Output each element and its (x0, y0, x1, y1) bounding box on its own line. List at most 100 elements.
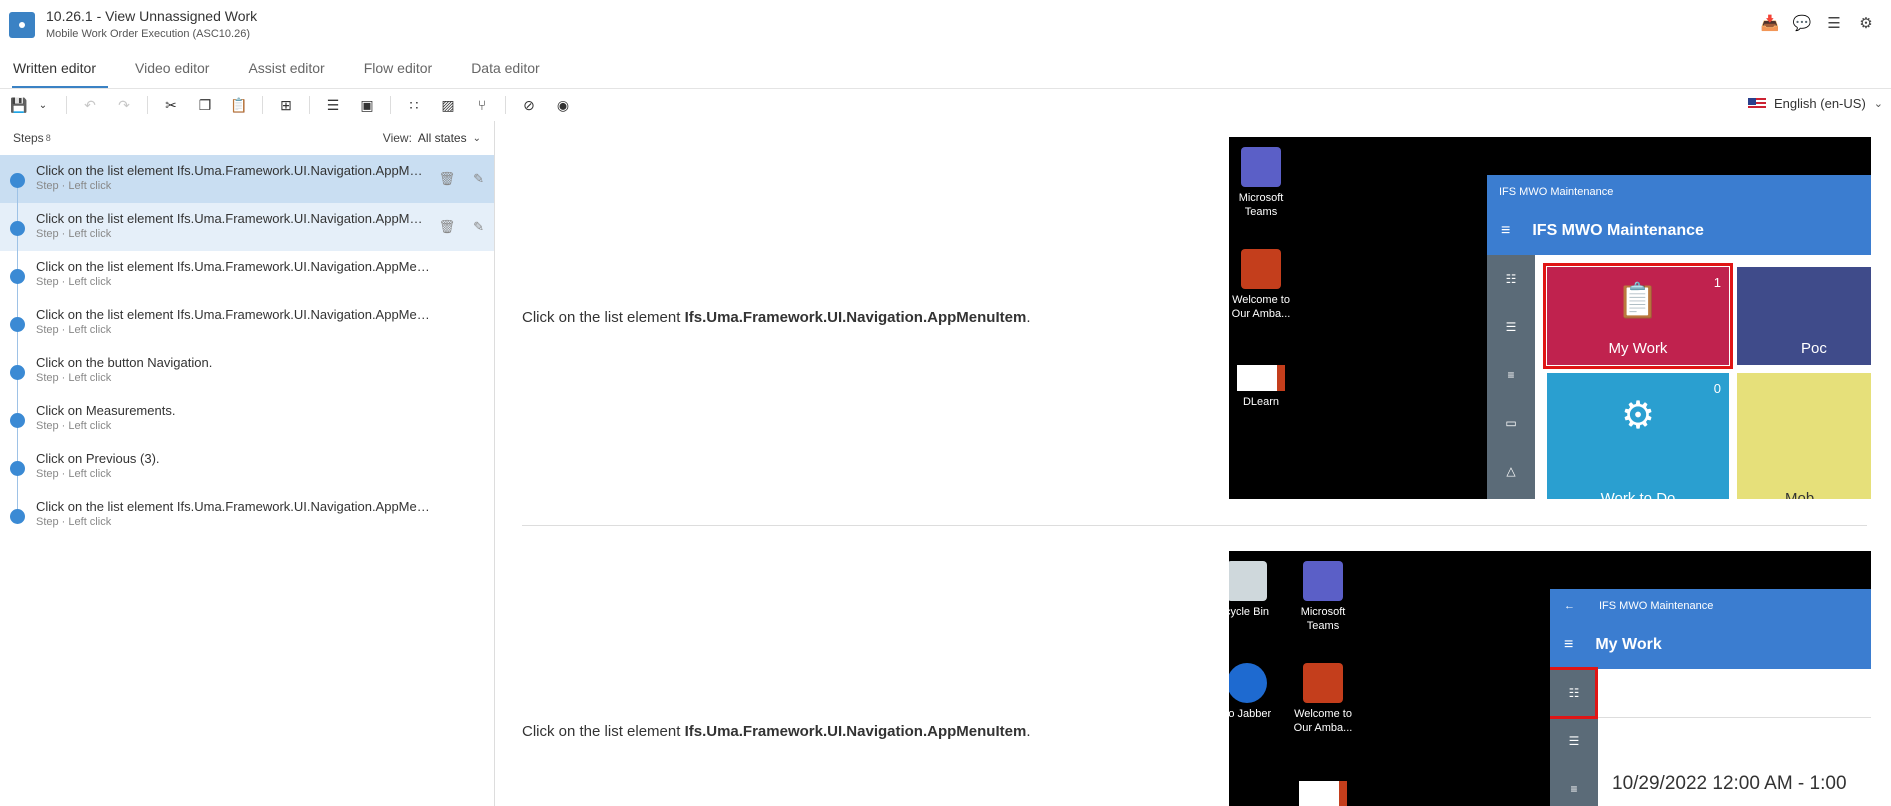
step-item[interactable]: Click on Previous (3). Step · Left click (0, 443, 494, 491)
image-icon[interactable]: ▨ (437, 94, 459, 116)
instruction-suffix: . (1026, 723, 1031, 740)
tab-written-editor[interactable]: Written editor (0, 56, 108, 88)
tile-label: Mob (1785, 490, 1815, 499)
list-layout-icon[interactable]: ☰ (322, 94, 344, 116)
step-title: Click on the button Navigation. (36, 355, 213, 370)
step-dot-icon (10, 413, 25, 428)
steps-label: Steps (13, 131, 44, 145)
desktop-icon-label: Welcome to Our Amba... (1293, 708, 1353, 734)
highlight-box (1543, 263, 1733, 369)
desktop-icon-recycle-bin: cycle Bin (1229, 561, 1279, 619)
preview-eye-icon[interactable]: ◉ (552, 94, 574, 116)
view-value: All states (417, 131, 467, 145)
tab-flow-editor[interactable]: Flow editor (351, 56, 444, 88)
chevron-down-icon: ⌄ (472, 132, 481, 144)
page-subtitle: Mobile Work Order Execution (ASC10.26) (46, 28, 250, 40)
step-item[interactable]: Click on the list element Ifs.Uma.Framew… (0, 155, 494, 203)
step-instruction[interactable]: Click on the list element Ifs.Uma.Framew… (522, 723, 1030, 740)
instruction-target: Ifs.Uma.Framework.UI.Navigation.AppMenuI… (684, 723, 1027, 740)
ppt-thumbnail-icon (1299, 781, 1347, 806)
tile-poc: Poc (1737, 267, 1871, 365)
window-title: IFS MWO Maintenance (1599, 600, 1714, 612)
app-logo (9, 12, 35, 38)
step-divider (522, 525, 1867, 526)
comment-icon[interactable]: 💬 (1793, 14, 1812, 32)
clipboard-icon: ☰ (1505, 320, 1517, 334)
desktop-icon-teams: Microsoft Teams (1229, 147, 1293, 219)
edit-pencil-icon[interactable]: ✎ (473, 219, 484, 235)
editor-tabs: Written editor Video editor Assist edito… (0, 56, 1891, 89)
view-filter[interactable]: View: All states ⌄ (383, 131, 481, 145)
inbox-download-icon[interactable]: 📥 (1761, 14, 1780, 32)
desktop-icon-label: DLearn (1242, 396, 1280, 408)
step-item[interactable]: Click on Measurements. Step · Left click (0, 395, 494, 443)
toolbar-divider (147, 96, 148, 114)
steps-count: 8 (45, 133, 51, 143)
layers-icon: ≡ (1570, 782, 1578, 796)
step-dot-icon (10, 269, 25, 284)
step-item[interactable]: Click on the button Navigation. Step · L… (0, 347, 494, 395)
step-item[interactable]: Click on the list element Ifs.Uma.Framew… (0, 299, 494, 347)
hierarchy-icon[interactable]: ∷ (403, 94, 425, 116)
step-screenshot[interactable]: Microsoft Teams Welcome to Our Amba... D… (1229, 137, 1871, 499)
toolbar: 💾 ⌄ ↶ ↷ ✂ ❐ 📋 ⊞ ☰ ▣ ∷ ▨ ⑂ ⊘ ◉ (0, 90, 1891, 120)
step-dot-icon (10, 317, 25, 332)
step-dot-icon (10, 365, 25, 380)
tile-mob: Mob (1737, 373, 1871, 499)
gear-icon[interactable]: ⚙ (1857, 14, 1875, 32)
step-title: Click on the list element Ifs.Uma.Framew… (36, 499, 431, 514)
edit-pencil-icon[interactable]: ✎ (473, 171, 484, 187)
language-selector[interactable]: English (en-US) ⌄ (1748, 96, 1883, 111)
desktop-icon-label: Microsoft Teams (1300, 606, 1346, 632)
add-step-icon[interactable]: ⊞ (275, 94, 297, 116)
tab-data-editor[interactable]: Data editor (458, 56, 551, 88)
step-item[interactable]: Click on the list element Ifs.Uma.Framew… (0, 203, 494, 251)
step-item[interactable]: Click on the list element Ifs.Uma.Framew… (0, 251, 494, 299)
tile-label: Poc (1801, 340, 1827, 357)
branch-icon[interactable]: ⑂ (471, 94, 493, 116)
tile-work-to-do: 0 ⚙ Work to Do (1547, 373, 1729, 499)
step-subtitle: Step · Left click (36, 228, 112, 240)
desktop-icon-dlearn: DLearn (1229, 365, 1293, 409)
cut-icon[interactable]: ✂ (160, 94, 182, 116)
ifs-sidebar: ☷ ☰ ≡ ▭ △ (1487, 255, 1535, 499)
frame-icon[interactable]: ▣ (356, 94, 378, 116)
ifs-app-title: IFS MWO Maintenance (1532, 222, 1704, 239)
delete-icon[interactable]: 🗑 (439, 171, 456, 187)
step-item[interactable]: Click on the list element Ifs.Uma.Framew… (0, 491, 494, 539)
written-editor-content: Click on the list element Ifs.Uma.Framew… (496, 121, 1891, 806)
desktop-icon-ppt: Welcome to Our Amba... (1291, 663, 1355, 735)
chevron-down-icon[interactable]: ⌄ (32, 94, 54, 116)
tab-assist-editor[interactable]: Assist editor (235, 56, 336, 88)
desktop-icon-teams: Microsoft Teams (1291, 561, 1355, 633)
copy-icon[interactable]: ❐ (194, 94, 216, 116)
highlight-box (1550, 667, 1598, 719)
step-subtitle: Step · Left click (36, 180, 112, 192)
hamburger-menu-icon: ≡ (1501, 222, 1511, 239)
ifs-window: IFS MWO Maintenance ≡ IFS MWO Maintenanc… (1487, 175, 1871, 499)
ifs-window: ← IFS MWO Maintenance ≡ My Work ☷ ☰ ≡ 10/… (1550, 589, 1871, 806)
step-subtitle: Step · Left click (36, 468, 112, 480)
list-icon[interactable]: ☰ (1825, 14, 1843, 32)
hide-icon[interactable]: ⊘ (518, 94, 540, 116)
toolbar-divider (309, 96, 310, 114)
paste-icon[interactable]: 📋 (228, 94, 250, 116)
step-subtitle: Step · Left click (36, 420, 112, 432)
save-icon[interactable]: 💾 (8, 94, 30, 116)
step-instruction[interactable]: Click on the list element Ifs.Uma.Framew… (522, 309, 1030, 326)
tab-video-editor[interactable]: Video editor (122, 56, 221, 88)
instruction-target: Ifs.Uma.Framework.UI.Navigation.AppMenuI… (684, 309, 1027, 326)
step-title: Click on the list element Ifs.Uma.Framew… (36, 307, 431, 322)
gear-icon: ⚙ (1620, 395, 1656, 437)
page-title: 10.26.1 - View Unnassigned Work (46, 8, 258, 24)
step-subtitle: Step · Left click (36, 372, 112, 384)
powerpoint-icon (1241, 249, 1281, 289)
undo-icon[interactable]: ↶ (79, 94, 101, 116)
grid-icon: ☷ (1505, 272, 1517, 286)
instruction-text: Click on the list element (522, 309, 685, 326)
work-date: 10/29/2022 12:00 AM - 1:00 (1612, 773, 1847, 794)
powerpoint-icon (1303, 663, 1343, 703)
delete-icon[interactable]: 🗑 (439, 219, 456, 235)
redo-icon[interactable]: ↷ (113, 94, 135, 116)
step-screenshot[interactable]: cycle Bin Microsoft Teams co Jabber Welc… (1229, 551, 1871, 806)
